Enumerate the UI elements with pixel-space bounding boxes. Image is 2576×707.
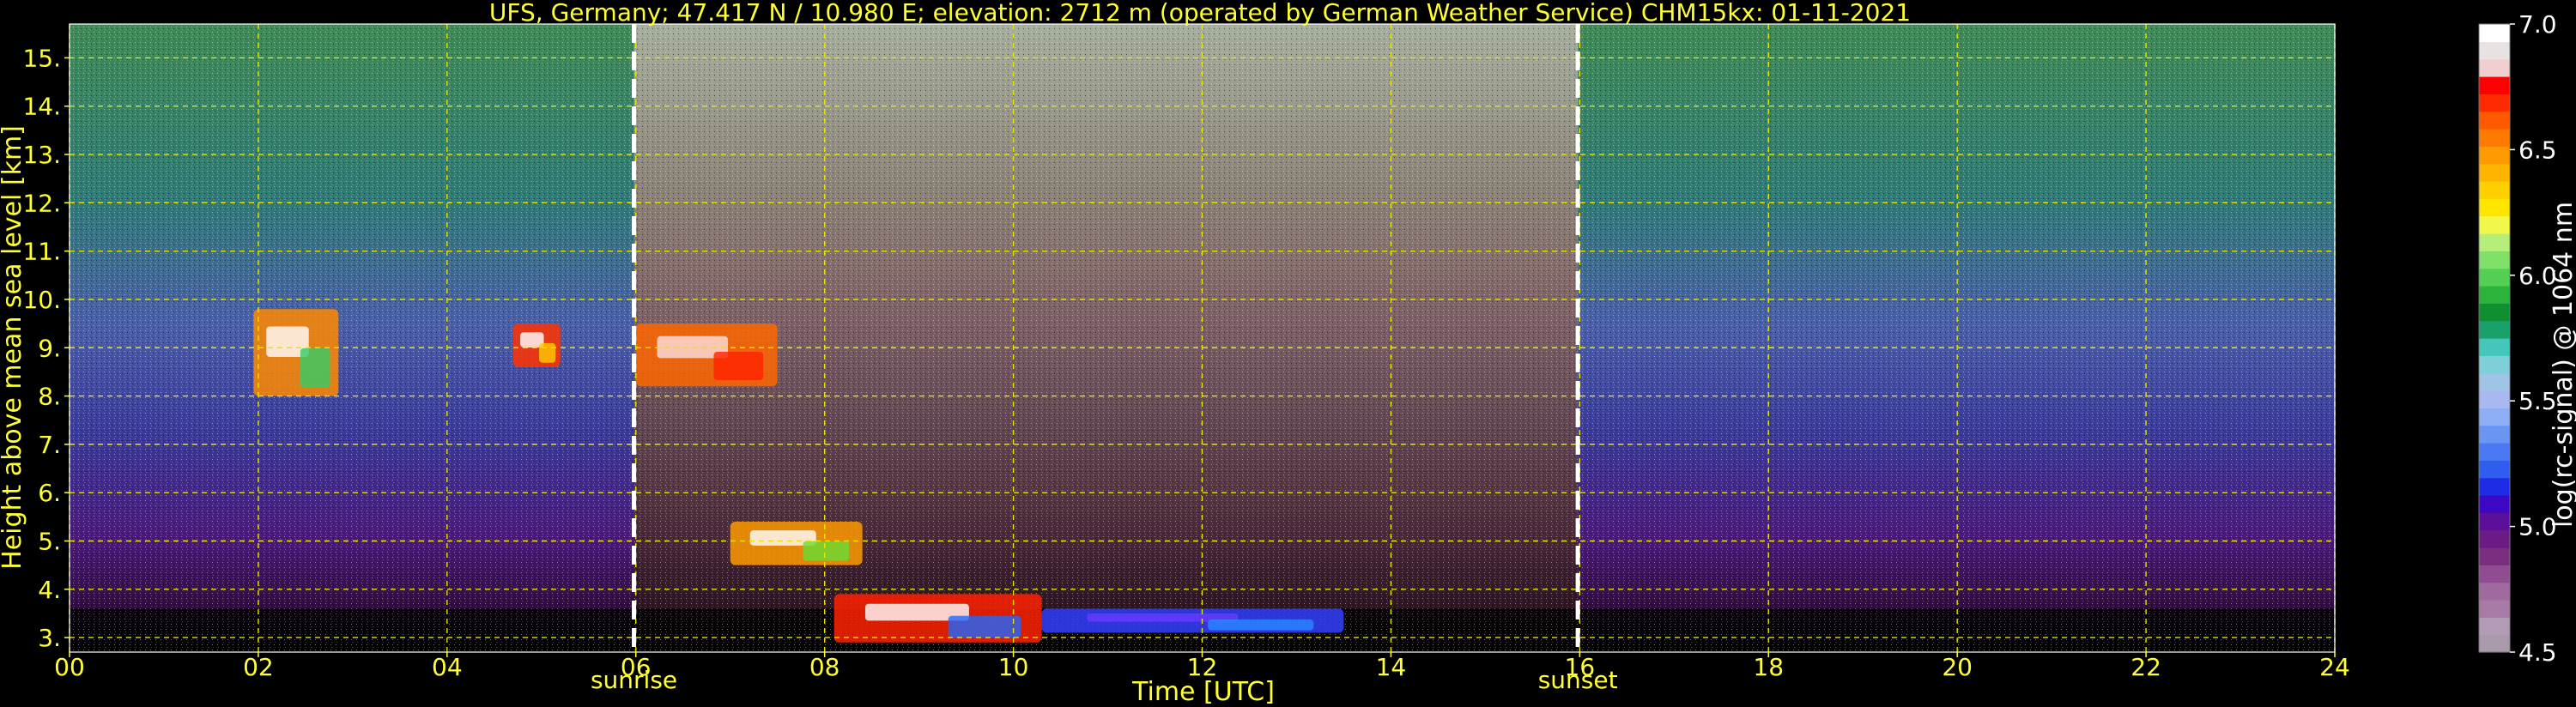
y-tick-label: 10.: [22, 286, 61, 314]
colorbar-tick-label: 6.5: [2518, 136, 2557, 164]
y-tick-label: 6.: [38, 479, 61, 507]
colorbar-segment: [2479, 251, 2510, 269]
colorbar-segment: [2479, 443, 2510, 461]
colorbar-segment: [2479, 320, 2510, 339]
y-tick-label: 11.: [22, 238, 61, 266]
x-axis-label: Time [UTC]: [1131, 677, 1275, 707]
colorbar-segment: [2479, 303, 2510, 322]
y-tick-label: 4.: [38, 576, 61, 604]
y-tick-label: 12.: [22, 189, 61, 217]
x-tick-label: 14: [1376, 653, 1407, 681]
colorbar-segment: [2479, 233, 2510, 251]
colorbar-segment: [2479, 163, 2510, 182]
colorbar-segment: [2479, 58, 2510, 77]
x-tick-label: 02: [243, 653, 274, 681]
colorbar-segment: [2479, 495, 2510, 513]
colorbar-segment: [2479, 565, 2510, 583]
y-tick-label: 3.: [38, 624, 61, 652]
y-tick-label: 8.: [38, 383, 61, 411]
y-tick-label: 14.: [22, 93, 61, 121]
chart-title: UFS, Germany; 47.417 N / 10.980 E; eleva…: [489, 0, 1911, 27]
colorbar-segment: [2479, 198, 2510, 217]
colorbar-segment: [2479, 111, 2510, 130]
colorbar-tick-label: 7.0: [2518, 10, 2557, 39]
x-tick-label: 08: [809, 653, 840, 681]
y-tick-label: 5.: [38, 527, 61, 555]
y-tick-label: 15.: [22, 44, 61, 72]
cloud-layer-ice-early: [253, 309, 339, 396]
colorbar-segment: [2479, 24, 2510, 42]
colorbar-segment: [2479, 600, 2510, 618]
cloud-layer-low: [730, 521, 863, 565]
x-tick-label: 22: [2131, 653, 2161, 681]
ceilometer-chart: sunrise sunset 00 02 04 06 08 10 12 14 16 18 20 22 24…: [0, 0, 2576, 707]
x-tick-label: 10: [998, 653, 1029, 681]
colorbar-segment: [2479, 355, 2510, 374]
colorbar-segment: [2479, 512, 2510, 531]
colorbar-segment: [2479, 146, 2510, 165]
x-tick-label: 06: [621, 653, 652, 681]
y-tick-label: 9.: [38, 334, 61, 362]
colorbar-segment: [2479, 268, 2510, 287]
boundary-layer-afternoon: [1041, 608, 1344, 633]
colorbar: 4.55.05.56.06.57.0: [2478, 10, 2557, 667]
colorbar-segment: [2479, 477, 2510, 496]
colorbar-segment: [2479, 129, 2510, 147]
x-tick-label: 24: [2319, 653, 2350, 681]
colorbar-segment: [2479, 547, 2510, 565]
cloud-layer-ice-dawn: [635, 323, 778, 387]
colorbar-tick-label: 4.5: [2518, 638, 2557, 667]
colorbar-segment: [2479, 338, 2510, 356]
colorbar-segment: [2479, 94, 2510, 112]
cloud-layer-ice-mid: [512, 323, 561, 367]
colorbar-segment: [2479, 286, 2510, 304]
colorbar-segment: [2479, 215, 2510, 234]
colorbar-segment: [2479, 76, 2510, 94]
x-tick-label: 00: [54, 653, 85, 681]
x-tick-label: 18: [1753, 653, 1784, 681]
colorbar-segment: [2479, 617, 2510, 636]
y-axis-label: Height above mean sea level [km]: [0, 125, 27, 570]
x-tick-label: 16: [1565, 653, 1596, 681]
colorbar-segment: [2479, 390, 2510, 408]
colorbar-segment: [2479, 372, 2510, 391]
colorbar-segment: [2479, 41, 2510, 60]
colorbar-segment: [2479, 408, 2510, 426]
x-tick-label: 04: [432, 653, 463, 681]
colorbar-segment: [2479, 460, 2510, 479]
colorbar-label: log(rc-signal) @ 1064 nm: [2549, 202, 2576, 528]
cloud-layer-boundary: [833, 594, 1042, 643]
x-tick-label: 20: [1942, 653, 1973, 681]
colorbar-segment: [2479, 425, 2510, 444]
colorbar-segment: [2479, 634, 2510, 653]
colorbar-segment: [2479, 181, 2510, 199]
chart-root: sunrise sunset 00 02 04 06 08 10 12 14 16 18 20 22 24…: [0, 0, 2576, 707]
y-tick-label: 13.: [22, 141, 61, 169]
colorbar-segment: [2479, 582, 2510, 601]
y-tick-label: 7.: [38, 431, 61, 459]
colorbar-segment: [2479, 529, 2510, 548]
